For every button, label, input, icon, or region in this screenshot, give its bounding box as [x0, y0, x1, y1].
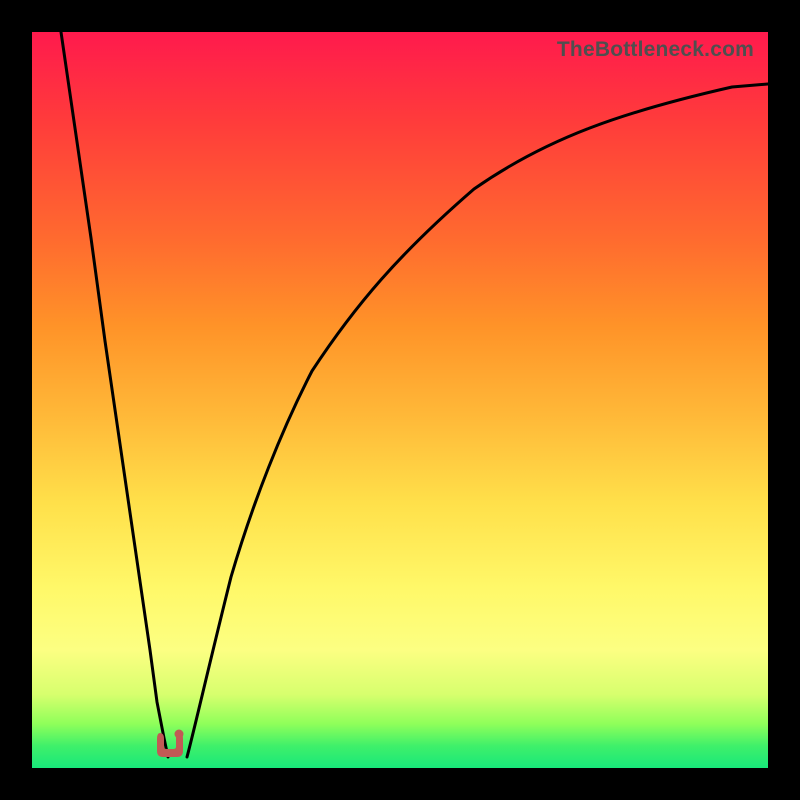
marker-icon: [154, 729, 186, 759]
curve-right-branch: [187, 84, 768, 757]
curve-left-branch: [61, 32, 168, 757]
plot-area: TheBottleneck.com: [32, 32, 768, 768]
optimum-marker: [154, 729, 186, 759]
chart-curves: [32, 32, 768, 768]
